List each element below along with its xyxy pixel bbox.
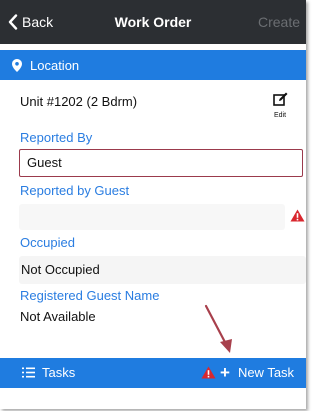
work-order-screen: Back Work Order Create Location Unit #12… xyxy=(0,0,306,409)
registered-guest-name-label: Registered Guest Name xyxy=(20,288,160,303)
occupied-field[interactable]: Not Occupied xyxy=(19,256,306,284)
list-icon xyxy=(22,367,35,378)
create-button[interactable]: Create xyxy=(258,0,300,44)
edit-icon xyxy=(272,92,287,106)
new-task-label: New Task xyxy=(237,365,295,380)
tasks-header-label: Tasks xyxy=(42,365,76,380)
reported-by-label: Reported By xyxy=(20,130,93,145)
occupied-value: Not Occupied xyxy=(21,262,100,277)
warning-icon xyxy=(290,209,305,222)
location-section-header[interactable]: Location xyxy=(0,50,306,80)
warning-icon xyxy=(201,366,216,379)
map-pin-icon xyxy=(12,58,22,72)
edit-label: Edit xyxy=(273,112,287,119)
registered-guest-name-value: Not Available xyxy=(20,309,96,324)
reported-by-field[interactable]: Guest xyxy=(19,149,303,177)
navigation-bar: Back Work Order Create xyxy=(0,0,306,44)
annotation-arrow-icon xyxy=(204,304,232,353)
tasks-section-header: Tasks + New Task xyxy=(0,358,306,388)
occupied-label: Occupied xyxy=(20,235,75,250)
location-header-label: Location xyxy=(30,57,80,73)
edit-button[interactable]: Edit xyxy=(268,92,292,119)
unit-name: Unit #1202 (2 Bdrm) xyxy=(20,94,138,109)
new-task-button[interactable]: + New Task xyxy=(220,358,294,388)
plus-icon: + xyxy=(220,363,230,382)
reported-by-guest-label: Reported by Guest xyxy=(20,183,130,198)
reported-by-guest-field[interactable] xyxy=(19,204,285,230)
